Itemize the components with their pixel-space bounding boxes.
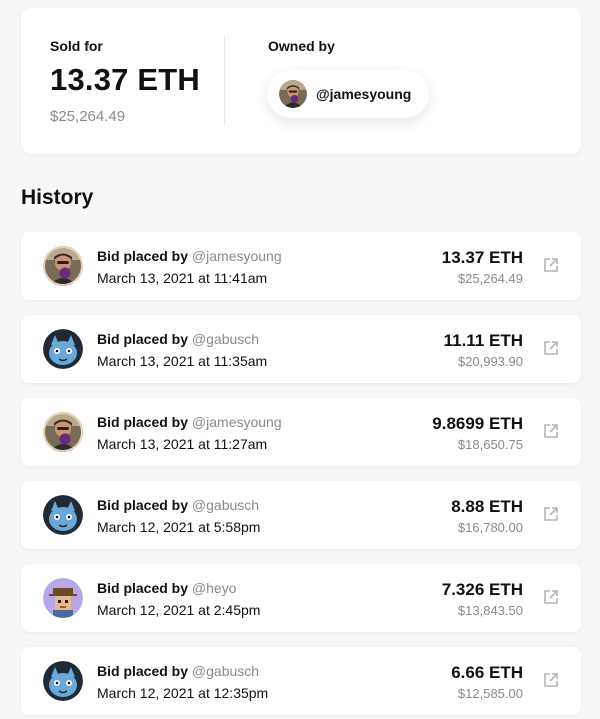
history-row[interactable]: Bid placed by @gabusch March 12, 2021 at… — [21, 481, 581, 549]
history-date: March 12, 2021 at 5:58pm — [97, 519, 261, 535]
history-amount-usd: $12,585.00 — [457, 686, 523, 701]
owned-by-label: Owned by — [268, 38, 335, 54]
history-action: Bid placed by — [97, 248, 189, 264]
history-date: March 13, 2021 at 11:27am — [97, 436, 268, 452]
gabusch-avatar — [43, 661, 83, 701]
history-heading: History — [21, 186, 94, 209]
external-link-icon[interactable] — [542, 256, 560, 274]
history-date: March 12, 2021 at 2:45pm — [97, 602, 261, 618]
external-link-icon[interactable] — [542, 588, 560, 606]
sold-price-eth: 13.37 ETH — [50, 62, 200, 97]
history-amount-eth: 6.66 ETH — [451, 663, 523, 682]
history-amount-usd: $20,993.90 — [457, 354, 523, 369]
external-link-icon[interactable] — [542, 671, 560, 689]
nft-sale-page: Sold for 13.37 ETH $25,264.49 Owned by @… — [0, 0, 600, 719]
history-amount-usd: $25,264.49 — [457, 271, 523, 286]
history-row[interactable]: Bid placed by @jamesyoung March 13, 2021… — [21, 232, 581, 300]
history-amount-eth: 7.326 ETH — [441, 580, 523, 599]
jamesyoung-avatar — [43, 246, 83, 286]
history-user-link[interactable]: @jamesyoung — [192, 414, 282, 430]
gabusch-avatar — [43, 329, 83, 369]
external-link-icon[interactable] — [542, 422, 560, 440]
history-date: March 12, 2021 at 12:35pm — [97, 685, 269, 701]
history-amount-eth: 8.88 ETH — [451, 497, 523, 516]
gabusch-avatar — [43, 495, 83, 535]
history-user-link[interactable]: @gabusch — [192, 497, 259, 513]
sold-for-label: Sold for — [50, 38, 103, 54]
external-link-icon[interactable] — [542, 339, 560, 357]
history-date: March 13, 2021 at 11:35am — [97, 353, 268, 369]
history-amount-usd: $16,780.00 — [457, 520, 523, 535]
history-user-link[interactable]: @gabusch — [192, 331, 259, 347]
jamesyoung-avatar — [43, 412, 83, 452]
history-amount-usd: $18,650.75 — [457, 437, 523, 452]
history-user-link[interactable]: @jamesyoung — [192, 248, 282, 264]
history-action: Bid placed by — [97, 331, 189, 347]
heyo-avatar — [43, 578, 83, 618]
history-user-link[interactable]: @heyo — [192, 580, 237, 596]
history-row[interactable]: Bid placed by @jamesyoung March 13, 2021… — [21, 398, 581, 466]
sale-summary-card: Sold for 13.37 ETH $25,264.49 Owned by @… — [21, 8, 581, 154]
history-row[interactable]: Bid placed by @gabusch March 13, 2021 at… — [21, 315, 581, 383]
history-amount-eth: 9.8699 ETH — [432, 414, 523, 433]
history-action: Bid placed by — [97, 497, 189, 513]
external-link-icon[interactable] — [542, 505, 560, 523]
history-row[interactable]: Bid placed by @heyo March 12, 2021 at 2:… — [21, 564, 581, 632]
history-user-link[interactable]: @gabusch — [192, 663, 259, 679]
owner-handle: @jamesyoung — [316, 86, 412, 102]
sold-price-usd: $25,264.49 — [50, 108, 126, 125]
history-action: Bid placed by — [97, 580, 189, 596]
history-amount-eth: 13.37 ETH — [441, 248, 523, 267]
history-action: Bid placed by — [97, 663, 189, 679]
summary-divider — [224, 36, 225, 126]
history-amount-usd: $13,843.50 — [457, 603, 523, 618]
owner-avatar — [279, 80, 307, 108]
history-row[interactable]: Bid placed by @gabusch March 12, 2021 at… — [21, 647, 581, 715]
history-amount-eth: 11.11 ETH — [443, 331, 523, 350]
history-action: Bid placed by — [97, 414, 189, 430]
owner-profile-button[interactable]: @jamesyoung — [267, 70, 429, 118]
history-date: March 13, 2021 at 11:41am — [97, 270, 268, 286]
